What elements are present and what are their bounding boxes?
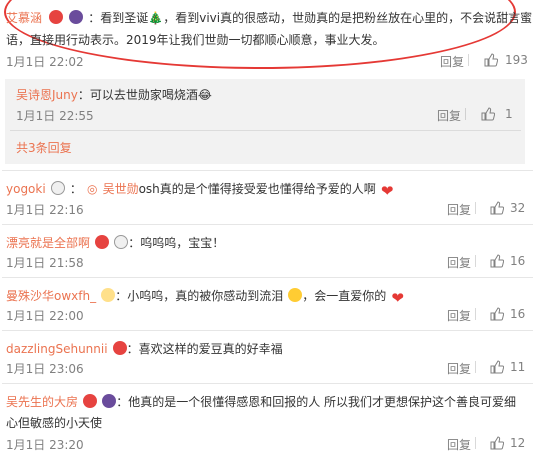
mention-link[interactable]: 吴世勋 [103,182,139,196]
reply-text: ：可以去世勋家喝烧酒😂 [77,88,212,102]
divider [2,277,533,278]
comment-time: 1月1日 22:02 [6,55,84,69]
divider [475,308,476,320]
crying-emoji-icon [288,288,303,302]
like-thumb-icon[interactable] [481,107,495,121]
like-thumb-icon[interactable] [484,53,498,67]
weibo-link-icon: ◎ [86,182,98,196]
like-count: 193 [505,53,528,67]
reply-button[interactable]: 回复 [447,307,471,324]
comment-text: ：呜呜呜，宝宝！ [128,236,225,250]
reply-button[interactable]: 回复 [437,107,461,124]
vip-badge-icon [83,394,98,408]
comment-text: ：他真的是一个很懂得感恩和回报的人 所以我们才更想保护这个善良可爱细 [116,395,517,409]
commenter-name[interactable]: yogoki [6,182,46,196]
like-thumb-icon[interactable] [490,436,504,450]
comment-text: osh真的是个懂得接受爱也懂得给予爱的人啊 [138,182,376,196]
comment-text: ：喜欢这样的爱豆真的好幸福 [126,342,283,356]
panda-emoji-icon [50,181,65,195]
like-count: 16 [510,307,526,321]
reply-button[interactable]: 回复 [440,53,464,70]
heart-emoji-icon: ❤ [380,182,394,200]
divider [2,330,533,331]
commenter-name[interactable]: dazzlingSehunnii [6,342,108,356]
comment-2: yogoki ： ◎ 吴世勋osh真的是个懂得接受爱也懂得给予爱的人啊 ❤ [6,178,397,200]
reply-button[interactable]: 回复 [447,436,471,453]
comment-time: 1月1日 23:06 [6,362,84,376]
comment-time: 1月1日 22:00 [6,309,84,323]
like-count: 12 [510,436,526,450]
divider [475,202,476,214]
vip-badge-icon [95,235,110,249]
comment-6: 吴先生的大房 ：他真的是一个很懂得感恩和回报的人 所以我们才更想保护这个善良可爱… [6,391,516,410]
comment-1: 艾慕涵 ：看到圣诞🎄，看到vivi真的很感动，世勋真的是把粉丝放在心里的，不会说… [6,7,532,26]
like-thumb-icon[interactable] [490,201,504,215]
commenter-name[interactable]: 吴先生的大房 [6,395,78,409]
comment-text-line2: 语，直接用行动表示。2019年让我们世勋一切都顺心顺意，事业大发。 [6,33,385,47]
comment-text-2: ，会一直爱你的 [302,289,387,303]
like-thumb-icon[interactable] [490,360,504,374]
comment-text-line2: 心但敏感的小天使 [6,416,103,430]
reply-button[interactable]: 回复 [447,360,471,377]
divider [2,170,533,171]
fan-badge-icon [102,394,117,408]
divider [465,108,466,120]
like-count: 16 [510,254,526,268]
vip-badge-icon [112,341,127,355]
reply-time: 1月1日 22:55 [16,109,94,123]
reply-button[interactable]: 回复 [447,254,471,271]
vip-badge-icon [49,10,64,24]
reply-1: 吴诗恩Juny：可以去世勋家喝烧酒😂 [16,84,212,103]
commenter-name[interactable]: 艾慕涵 [6,11,42,25]
like-count: 11 [510,360,526,374]
divider [475,361,476,373]
divider [10,130,521,131]
like-count: 1 [505,107,513,121]
fan-badge-icon [69,10,84,24]
like-thumb-icon[interactable] [490,254,504,268]
comment-text: ：看到圣诞🎄，看到vivi真的很感动，世勋真的是把粉丝放在心里的，不会说甜言蜜 [88,11,533,25]
panda-emoji-icon [114,235,129,249]
commenter-name[interactable]: 漂亮就是全部啊 [6,236,90,250]
comment-3: 漂亮就是全部啊 ：呜呜呜，宝宝！ [6,232,224,251]
comment-4: 曼殊沙华owxfh_ ：小呜呜，真的被你感动到流泪 ，会一直爱你的 ❤ [6,285,407,307]
divider [475,255,476,267]
comment-time: 1月1日 23:20 [6,438,84,452]
divider [2,224,533,225]
divider [468,54,469,66]
like-count: 32 [510,201,526,215]
replier-name[interactable]: 吴诗恩Juny [16,88,78,102]
like-thumb-icon[interactable] [490,307,504,321]
comment-5: dazzlingSehunnii ：喜欢这样的爱豆真的好幸福 [6,338,283,357]
reply-button[interactable]: 回复 [447,201,471,218]
heart-emoji-icon: ❤ [391,289,404,307]
divider [475,437,476,449]
comment-time: 1月1日 22:16 [6,203,84,217]
fan-level-icon [101,288,116,302]
commenter-name[interactable]: 曼殊沙华owxfh_ [6,289,96,303]
divider [2,383,533,384]
more-replies-link[interactable]: 共3条回复 [16,139,72,156]
comment-time: 1月1日 21:58 [6,256,84,270]
comment-text: ：小呜呜，真的被你感动到流泪 [115,289,284,303]
